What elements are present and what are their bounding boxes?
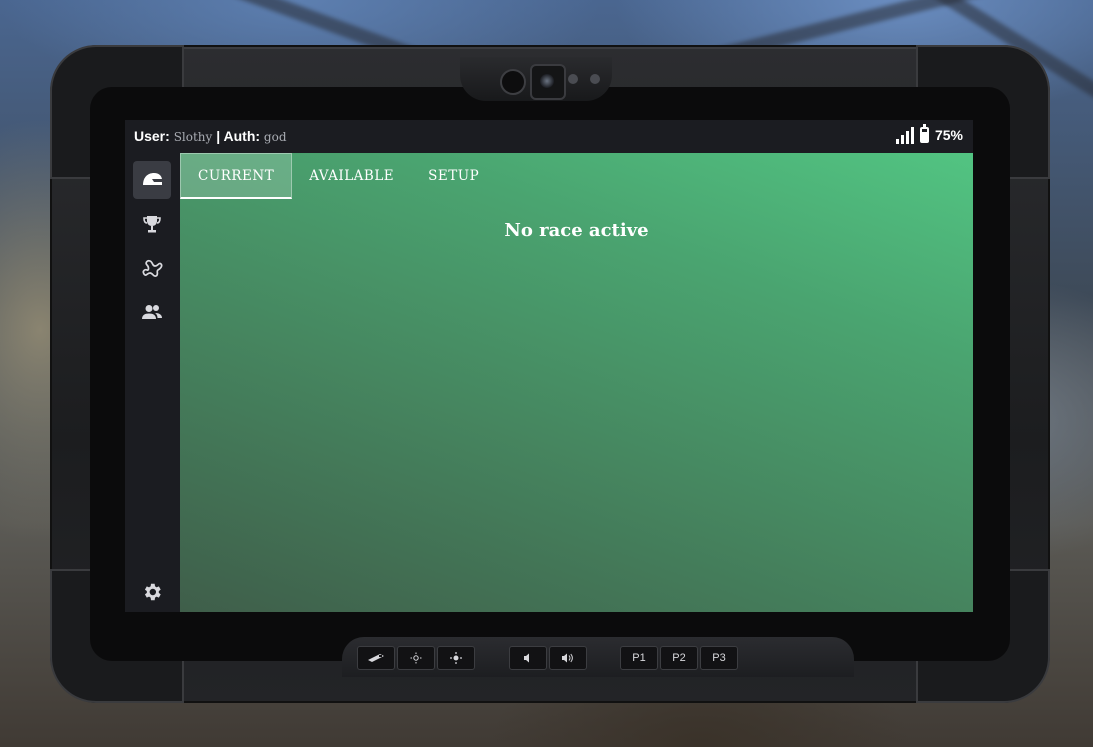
sidebar-item-players[interactable] [133,293,171,331]
helmet-icon [143,173,162,185]
app-sidebar [125,153,180,612]
brightness-down-button[interactable] [397,646,435,670]
battery-percent: 75% [934,127,963,143]
gear-icon [144,583,161,601]
usb-icon [368,654,384,662]
tab-available[interactable]: AVAILABLE [292,153,411,199]
trophy-icon [143,216,161,233]
main-panel: CURRENT AVAILABLE SETUP No race active [180,153,973,612]
user-name: Slothy [173,130,213,144]
front-sensor-icon [500,69,526,95]
status-indicators: 75% [895,124,963,144]
hardware-group-volume [509,646,589,670]
user-info: User: Slothy | Auth: god [134,128,287,144]
track-icon [142,259,163,277]
auth-label: | Auth: [216,128,261,144]
user-label: User: [134,128,170,144]
volume-down-button[interactable] [509,646,547,670]
empty-state-message: No race active [504,220,649,241]
camera-lens-icon [540,74,554,88]
preset-3-button[interactable]: P3 [700,646,738,670]
battery-icon [919,124,929,143]
hardware-group-utility [357,646,477,670]
usb-button[interactable] [357,646,395,670]
hardware-group-presets: P1 P2 P3 [620,646,740,670]
auth-level: god [263,130,287,144]
tablet-screen: User: Slothy | Auth: god 75% CURRENT AVA… [125,120,973,612]
tab-bar: CURRENT AVAILABLE SETUP [180,153,496,201]
sidebar-item-leaderboard[interactable] [133,205,171,243]
status-bar: User: Slothy | Auth: god 75% [125,120,973,153]
signal-icon [895,126,914,144]
light-sensor-icon [590,74,600,84]
brightness-low-icon [410,652,422,664]
volume-down-icon [524,653,529,663]
volume-up-button[interactable] [549,646,587,670]
sidebar-item-settings[interactable] [133,573,171,611]
users-icon [142,305,162,319]
sidebar-item-races[interactable] [133,161,171,199]
brightness-up-button[interactable] [437,646,475,670]
tab-setup[interactable]: SETUP [411,153,496,199]
preset-1-button[interactable]: P1 [620,646,658,670]
brightness-high-icon [450,652,462,664]
tab-current[interactable]: CURRENT [180,153,293,199]
sidebar-item-tracks[interactable] [133,249,171,287]
volume-up-icon [562,653,573,663]
light-sensor-icon [568,74,578,84]
preset-2-button[interactable]: P2 [660,646,698,670]
